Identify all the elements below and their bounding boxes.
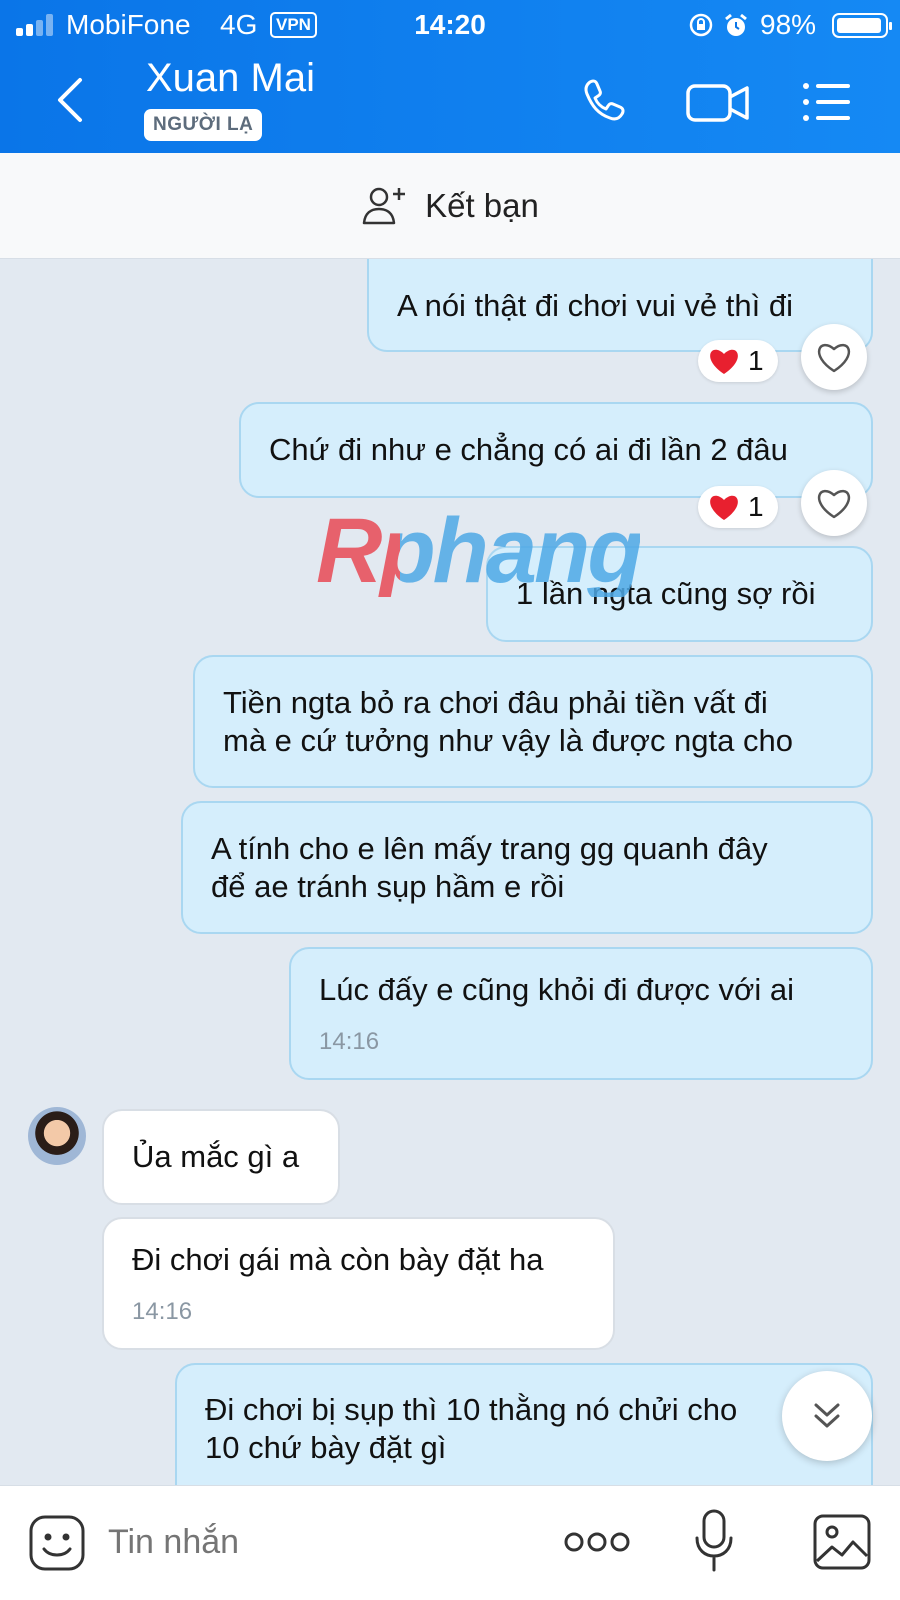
message-bubble-sent[interactable]: Lúc đấy e cũng khỏi đi được với ai 14:16	[289, 947, 873, 1080]
heart-reaction-icon	[710, 349, 738, 374]
rotation-lock-icon	[689, 13, 713, 37]
message-bubble-sent[interactable]: Đi chơi bị sụp thì 10 thằng nó chửi cho …	[175, 1363, 873, 1485]
image-icon[interactable]	[812, 1513, 872, 1571]
heart-reaction-icon	[710, 495, 738, 520]
scroll-to-bottom-button[interactable]	[782, 1371, 872, 1461]
message-timestamp: 14:16	[319, 1027, 380, 1055]
message-text: Đi chơi gái mà còn bày đặt ha	[132, 1241, 544, 1277]
reaction-badge[interactable]: 1	[698, 486, 778, 528]
add-friend-icon	[362, 187, 406, 224]
message-text: A tính cho e lên mấy trang gg quanh đây	[211, 830, 768, 866]
message-text: A nói thật đi chơi vui vẻ thì đi	[397, 287, 793, 323]
message-bubble-sent[interactable]: Tiền ngta bỏ ra chơi đâu phải tiền vất đ…	[193, 655, 873, 788]
message-text: Ủa mắc gì a	[132, 1139, 300, 1174]
battery-percent: 98%	[760, 9, 817, 40]
message-input[interactable]	[108, 1512, 528, 1572]
contact-name[interactable]: Xuan Mai	[146, 56, 315, 101]
reaction-count: 1	[748, 345, 764, 376]
message-text: để ae tránh sụp hầm e rồi	[211, 868, 565, 904]
phone-icon[interactable]	[578, 74, 634, 130]
back-button[interactable]	[48, 72, 96, 128]
reaction-count: 1	[748, 491, 764, 522]
microphone-icon[interactable]	[693, 1508, 735, 1574]
react-heart-button[interactable]	[801, 324, 867, 390]
add-friend-bar[interactable]: Kết bạn	[0, 153, 900, 259]
message-text: 10 chứ bày đặt gì	[205, 1430, 447, 1465]
message-text: Chứ đi như e chẳng có ai đi lần 2 đâu	[269, 432, 788, 467]
message-text: Lúc đấy e cũng khỏi đi được với ai	[319, 971, 794, 1007]
battery-icon	[832, 13, 892, 38]
message-text: Tiền ngta bỏ ra chơi đâu phải tiền vất đ…	[223, 684, 768, 720]
message-bubble-sent[interactable]: A tính cho e lên mấy trang gg quanh đây …	[181, 801, 873, 934]
message-list[interactable]: A nói thật đi chơi vui vẻ thì đi 1 Chứ đ…	[0, 259, 900, 1485]
back-arrow-icon	[58, 78, 82, 122]
message-text: Đi chơi bị sụp thì 10 thằng nó chửi cho	[205, 1392, 738, 1427]
message-text: 1 lần ngta cũng sợ rồi	[516, 576, 816, 611]
heart-outline-icon	[817, 489, 851, 519]
status-bar: MobiFone 4G VPN 14:20 98%	[0, 0, 900, 50]
add-friend-label: Kết bạn	[425, 186, 539, 224]
alarm-icon	[725, 13, 747, 36]
sticker-icon[interactable]	[28, 1514, 86, 1572]
message-timestamp: 14:16	[132, 1297, 193, 1325]
message-bubble-received[interactable]: Đi chơi gái mà còn bày đặt ha 14:16	[102, 1217, 615, 1350]
react-heart-button[interactable]	[801, 470, 867, 536]
message-bubble-sent[interactable]: A nói thật đi chơi vui vẻ thì đi	[367, 259, 873, 352]
contact-avatar[interactable]	[28, 1107, 86, 1165]
reaction-badge[interactable]: 1	[698, 340, 778, 382]
chat-header: MobiFone 4G VPN 14:20 98% Xuan Mai NGƯỜI…	[0, 0, 900, 153]
message-input-bar	[0, 1485, 900, 1600]
message-bubble-sent[interactable]: Chứ đi như e chẳng có ai đi lần 2 đâu	[239, 402, 873, 498]
heart-outline-icon	[817, 343, 851, 373]
double-chevron-down-icon	[814, 1403, 840, 1428]
message-text: mà e cứ tưởng như vậy là được ngta cho	[223, 722, 793, 758]
message-bubble-sent[interactable]: 1 lần ngta cũng sợ rồi	[486, 546, 873, 642]
message-bubble-received[interactable]: Ủa mắc gì a	[102, 1109, 340, 1205]
stranger-badge: NGƯỜI LẠ	[144, 109, 263, 141]
more-options-icon[interactable]	[564, 1530, 630, 1554]
menu-list-icon[interactable]	[800, 74, 854, 130]
video-call-icon[interactable]	[685, 74, 751, 130]
